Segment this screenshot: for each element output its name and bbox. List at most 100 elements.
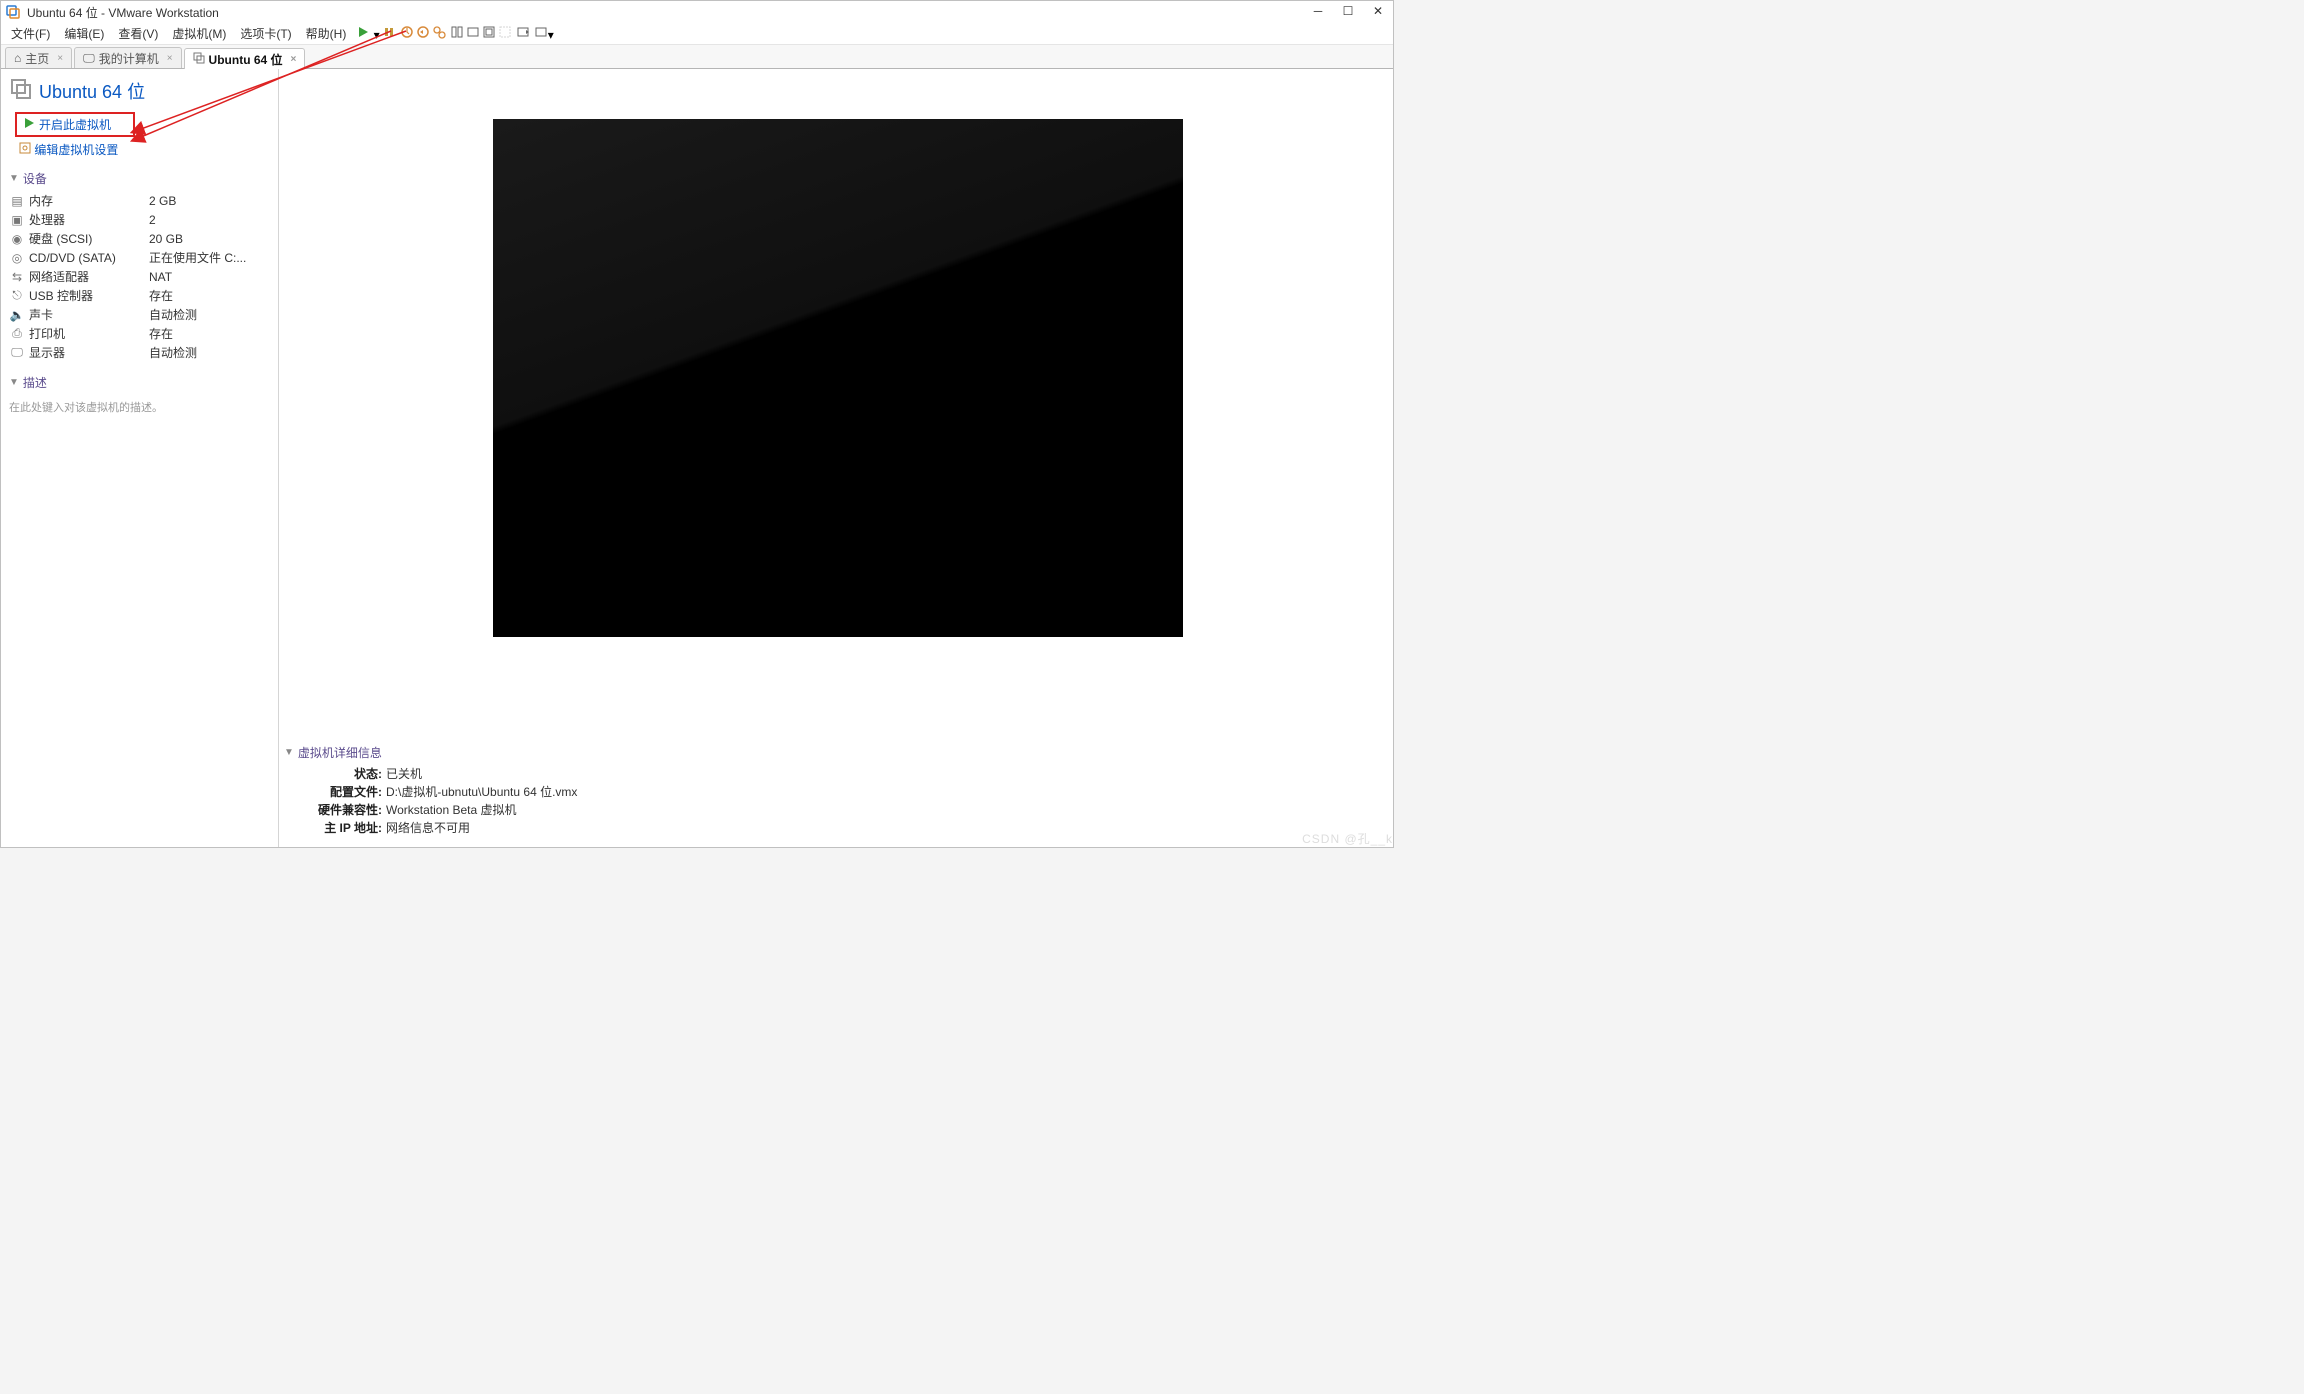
detail-row-ip: 主 IP 地址: 网络信息不可用 xyxy=(284,819,1084,837)
device-memory-label: 内存 xyxy=(29,192,149,209)
vmware-app-icon xyxy=(5,4,21,20)
tab-current-close[interactable]: × xyxy=(291,54,297,65)
tab-mycomputer-label: 我的计算机 xyxy=(99,50,159,67)
detail-row-config: 配置文件: D:\虚拟机-ubnutu\Ubuntu 64 位.vmx xyxy=(284,783,1084,801)
close-button[interactable]: ✕ xyxy=(1363,1,1393,21)
detail-ip-value: 网络信息不可用 xyxy=(382,819,470,836)
tab-mycomputer-close[interactable]: × xyxy=(167,53,173,64)
play-icon xyxy=(23,117,35,132)
device-printer-label: 打印机 xyxy=(29,325,149,342)
device-row-display[interactable]: 🖵 显示器 自动检测 xyxy=(9,343,270,362)
start-vm-label: 开启此虚拟机 xyxy=(39,116,111,133)
menu-tabs[interactable]: 选项卡(T) xyxy=(234,23,297,44)
device-usb-value: 存在 xyxy=(149,287,173,304)
detail-hw-value: Workstation Beta 虚拟机 xyxy=(382,801,517,818)
devices-section-header[interactable]: ▼ 设备 xyxy=(9,170,270,187)
edit-vm-action[interactable]: 编辑虚拟机设置 xyxy=(9,137,270,158)
menu-vm[interactable]: 虚拟机(M) xyxy=(166,23,232,44)
devices-section: ▼ 设备 ▤ 内存 2 GB ▣ 处理器 2 ◉ 硬盘 (SCSI) 20 GB xyxy=(9,170,270,362)
network-icon: ⇆ xyxy=(9,270,25,284)
detail-hw-label: 硬件兼容性: xyxy=(310,801,382,818)
device-row-disk[interactable]: ◉ 硬盘 (SCSI) 20 GB xyxy=(9,229,270,248)
device-row-sound[interactable]: 🔈 声卡 自动检测 xyxy=(9,305,270,324)
detail-row-hw: 硬件兼容性: Workstation Beta 虚拟机 xyxy=(284,801,1084,819)
cd-icon: ◎ xyxy=(9,251,25,265)
detail-config-label: 配置文件: xyxy=(310,783,382,800)
menu-edit[interactable]: 编辑(E) xyxy=(58,23,110,44)
settings-icon xyxy=(19,143,31,157)
detail-row-state: 状态: 已关机 xyxy=(284,765,1084,783)
unity-button[interactable] xyxy=(498,25,512,42)
device-row-memory[interactable]: ▤ 内存 2 GB xyxy=(9,191,270,210)
device-disk-value: 20 GB xyxy=(149,232,183,246)
details-section-title: 虚拟机详细信息 xyxy=(298,744,382,761)
tab-home-label: 主页 xyxy=(25,50,49,67)
devices-section-title: 设备 xyxy=(23,170,47,187)
fullscreen-button[interactable] xyxy=(482,25,496,42)
detail-config-value: D:\虚拟机-ubnutu\Ubuntu 64 位.vmx xyxy=(382,783,577,800)
device-sound-label: 声卡 xyxy=(29,306,149,323)
snapshot-button[interactable] xyxy=(400,25,414,42)
device-display-label: 显示器 xyxy=(29,344,149,361)
window-controls: ─ ☐ ✕ xyxy=(1303,1,1393,21)
suspend-button[interactable] xyxy=(382,25,396,42)
snapshot-manage-button[interactable] xyxy=(432,25,446,42)
cpu-icon: ▣ xyxy=(9,213,25,227)
tab-home-close[interactable]: × xyxy=(57,53,63,64)
maximize-button[interactable]: ☐ xyxy=(1333,1,1363,21)
tab-current-label: Ubuntu 64 位 xyxy=(209,51,283,68)
vm-name-heading: Ubuntu 64 位 xyxy=(39,78,145,104)
content-area: ▼ 虚拟机详细信息 状态: 已关机 配置文件: D:\虚拟机-ubnutu\Ub… xyxy=(279,69,1393,847)
vm-header-icon xyxy=(9,77,33,104)
menu-view[interactable]: 查看(V) xyxy=(112,23,164,44)
computer-icon: 🖵 xyxy=(83,51,95,66)
home-icon: ⌂ xyxy=(14,51,21,65)
printer-icon: ⎙ xyxy=(9,326,25,341)
device-row-net[interactable]: ⇆ 网络适配器 NAT xyxy=(9,267,270,286)
details-section-header[interactable]: ▼ 虚拟机详细信息 xyxy=(284,744,1084,761)
device-net-value: NAT xyxy=(149,270,172,284)
power-on-button[interactable]: ▾ xyxy=(356,25,379,42)
device-display-value: 自动检测 xyxy=(149,344,197,361)
device-printer-value: 存在 xyxy=(149,325,173,342)
description-section: ▼ 描述 在此处键入对该虚拟机的描述。 xyxy=(9,374,270,419)
tab-mycomputer[interactable]: 🖵 我的计算机 × xyxy=(74,47,181,68)
memory-icon: ▤ xyxy=(9,194,25,208)
menu-file[interactable]: 文件(F) xyxy=(5,23,56,44)
device-usb-label: USB 控制器 xyxy=(29,287,149,304)
detail-state-label: 状态: xyxy=(310,765,382,782)
minimize-button[interactable]: ─ xyxy=(1303,1,1333,21)
caret-down-icon: ▼ xyxy=(9,173,19,184)
device-cpu-value: 2 xyxy=(149,213,156,227)
title-bar: Ubuntu 64 位 - VMware Workstation ─ ☐ ✕ xyxy=(1,1,1393,23)
device-cpu-label: 处理器 xyxy=(29,211,149,228)
device-disk-label: 硬盘 (SCSI) xyxy=(29,230,149,247)
detail-ip-label: 主 IP 地址: xyxy=(310,819,382,836)
device-row-usb[interactable]: ⎋ USB 控制器 存在 xyxy=(9,286,270,305)
description-section-title: 描述 xyxy=(23,374,47,391)
detail-state-value: 已关机 xyxy=(382,765,422,782)
description-section-header[interactable]: ▼ 描述 xyxy=(9,374,270,391)
snapshot-revert-button[interactable] xyxy=(416,25,430,42)
menu-help[interactable]: 帮助(H) xyxy=(300,23,353,44)
device-net-label: 网络适配器 xyxy=(29,268,149,285)
device-row-cd[interactable]: ◎ CD/DVD (SATA) 正在使用文件 C:... xyxy=(9,248,270,267)
description-placeholder[interactable]: 在此处键入对该虚拟机的描述。 xyxy=(9,395,270,419)
tab-current-vm[interactable]: Ubuntu 64 位 × xyxy=(184,48,306,69)
library-button[interactable] xyxy=(516,25,530,42)
device-row-printer[interactable]: ⎙ 打印机 存在 xyxy=(9,324,270,343)
vm-tab-icon xyxy=(193,52,205,67)
disk-icon: ◉ xyxy=(9,232,25,246)
device-memory-value: 2 GB xyxy=(149,194,176,208)
tab-home[interactable]: ⌂ 主页 × xyxy=(5,47,72,68)
screen-capture-button[interactable]: ▾ xyxy=(534,25,554,42)
view-thumbnail-button[interactable] xyxy=(450,25,464,42)
vm-preview-screen xyxy=(493,119,1183,637)
edit-vm-label: 编辑虚拟机设置 xyxy=(34,143,118,157)
device-row-cpu[interactable]: ▣ 处理器 2 xyxy=(9,210,270,229)
device-cd-label: CD/DVD (SATA) xyxy=(29,251,149,265)
view-console-button[interactable] xyxy=(466,25,480,42)
start-vm-action[interactable]: 开启此虚拟机 xyxy=(15,112,135,137)
device-cd-value: 正在使用文件 C:... xyxy=(149,249,246,266)
main-body: Ubuntu 64 位 开启此虚拟机 编辑虚拟机设置 ▼ 设备 xyxy=(1,69,1393,847)
